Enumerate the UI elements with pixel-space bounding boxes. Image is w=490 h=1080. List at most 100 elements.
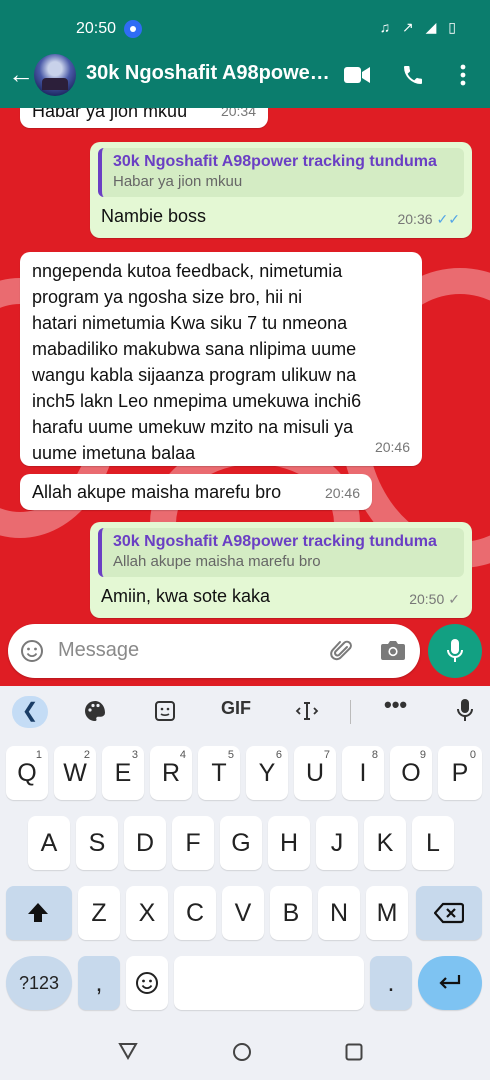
message-outgoing[interactable]: 30k Ngoshafit A98power tracking tunduma … [90,522,472,618]
app-header: 20:50 ♫ ↗ ◢ ▯ ← 30k Ngoshafit A98power t… [0,0,490,108]
quoted-message[interactable]: 30k Ngoshafit A98power tracking tunduma … [98,528,464,577]
camera-icon[interactable] [380,639,406,661]
backspace-key[interactable] [416,886,482,940]
message-time: 20:34 [220,108,256,119]
enter-key[interactable] [418,956,482,1010]
message-line: mabadiliko makubwa sana nlipima uume [32,339,357,359]
message-line: inch5 lakn Leo nmepima umekuwa inchi6 [32,391,362,411]
voice-message-button[interactable] [428,624,482,678]
key-k[interactable]: K [364,816,406,870]
navigation-bar [0,1022,490,1080]
backspace-icon [434,902,464,924]
status-icons: ♫ ↗ ◢ ▯ [379,19,460,35]
keyboard: ❮ GIF ••• Q1 W2 E3 R4 T5 Y6 U7 I8 O9 P0 … [0,686,490,1022]
sticker-icon[interactable] [154,700,176,722]
hotspot-icon [124,20,142,38]
message-line: program ya ngosha size bro, hii ni [32,287,303,307]
composer-row: Message [0,620,490,686]
key-d[interactable]: D [124,816,166,870]
key-g[interactable]: G [220,816,262,870]
key-u[interactable]: U7 [294,746,336,800]
recents-nav-icon[interactable] [345,1043,363,1061]
message-text: Habar ya jion mkuu [32,108,188,121]
chevron-left-icon[interactable]: ❮ [12,696,48,728]
key-f[interactable]: F [172,816,214,870]
key-p[interactable]: P0 [438,746,482,800]
message-line: hatari nimetumia Kwa siku 7 tu nmeona [32,313,348,333]
emoji-key[interactable] [126,956,168,1010]
key-w[interactable]: W2 [54,746,96,800]
key-j[interactable]: J [316,816,358,870]
quoted-sender: 30k Ngoshafit A98power tracking tunduma [113,153,437,170]
message-time: 20:50 ✓ [409,586,460,612]
quoted-text: Habar ya jion mkuu [113,173,243,190]
shift-icon [28,903,48,922]
text-cursor-icon[interactable] [294,700,320,722]
key-m[interactable]: M [366,886,408,940]
mic-icon [447,639,463,662]
key-q[interactable]: Q1 [6,746,48,800]
key-r[interactable]: R4 [150,746,192,800]
key-o[interactable]: O9 [390,746,432,800]
arrow-back-icon[interactable]: ← [8,60,34,88]
enter-icon [439,975,461,989]
more-options-icon[interactable] [460,64,466,86]
key-n[interactable]: N [318,886,360,940]
single-check-sent-icon: ✓ [448,591,460,607]
message-time: 20:46 [374,439,410,455]
message-line: uume imetuna balaa [32,443,196,463]
key-z[interactable]: Z [78,886,120,940]
message-outgoing[interactable]: 30k Ngoshafit A98power tracking tunduma … [90,142,472,238]
key-v[interactable]: V [222,886,264,940]
home-nav-icon[interactable] [232,1042,252,1062]
key-e[interactable]: E3 [102,746,144,800]
message-time: 20:46 [324,485,360,501]
quoted-sender: 30k Ngoshafit A98power tracking tunduma [113,533,437,550]
message-incoming[interactable]: nngependa kutoa feedback, nimetumia prog… [20,252,422,466]
avatar[interactable] [34,54,76,96]
keyboard-toolbar: ❮ GIF ••• [0,686,490,736]
quoted-message[interactable]: 30k Ngoshafit A98power tracking tunduma … [98,148,464,197]
message-time-text: 20:50 [409,591,445,607]
palette-icon[interactable] [84,700,106,722]
message-line: wangu kabla sijaanza program ulikuw na [32,365,357,385]
key-a[interactable]: A [28,816,70,870]
message-placeholder: Message [58,639,140,661]
key-i[interactable]: I8 [342,746,384,800]
emoji-icon[interactable] [20,639,44,663]
message-incoming[interactable]: Habar ya jion mkuu 20:34 [20,108,268,128]
key-y[interactable]: Y6 [246,746,288,800]
attach-icon[interactable] [330,638,354,664]
key-b[interactable]: B [270,886,312,940]
key-h[interactable]: H [268,816,310,870]
space-key[interactable] [174,956,364,1010]
message-input[interactable]: Message [8,624,420,678]
video-call-icon[interactable] [344,66,370,84]
symbols-key[interactable]: ?123 [6,956,72,1010]
chat-area: Habar ya jion mkuu 20:34 30k Ngoshafit A… [0,108,490,686]
comma-key[interactable]: , [78,956,120,1010]
more-icon[interactable]: ••• [384,692,407,718]
mic-icon[interactable] [456,698,474,724]
period-key[interactable]: . [370,956,412,1010]
key-c[interactable]: C [174,886,216,940]
status-bar: 20:50 ♫ ↗ ◢ ▯ [0,18,490,42]
back-nav-icon[interactable] [118,1042,138,1060]
key-l[interactable]: L [412,816,454,870]
emoji-icon [136,972,158,994]
key-x[interactable]: X [126,886,168,940]
gif-button[interactable]: GIF [221,698,251,719]
chat-app-bar: ← 30k Ngoshafit A98power tracking tundum… [0,52,490,100]
key-s[interactable]: S [76,816,118,870]
message-incoming[interactable]: Allah akupe maisha marefu bro 20:46 [20,474,372,510]
key-t[interactable]: T5 [198,746,240,800]
status-time: 20:50 [76,20,117,37]
shift-key[interactable] [6,886,72,940]
message-time: 20:36 ✓✓ [397,206,460,232]
message-line: nngependa kutoa feedback, nimetumia [32,261,343,281]
toolbar-divider [350,700,351,724]
double-check-read-icon: ✓✓ [436,211,460,227]
quoted-text: Allah akupe maisha marefu bro [113,553,321,570]
voice-call-icon[interactable] [401,63,425,87]
contact-name[interactable]: 30k Ngoshafit A98power tracking tunduma [86,62,336,85]
